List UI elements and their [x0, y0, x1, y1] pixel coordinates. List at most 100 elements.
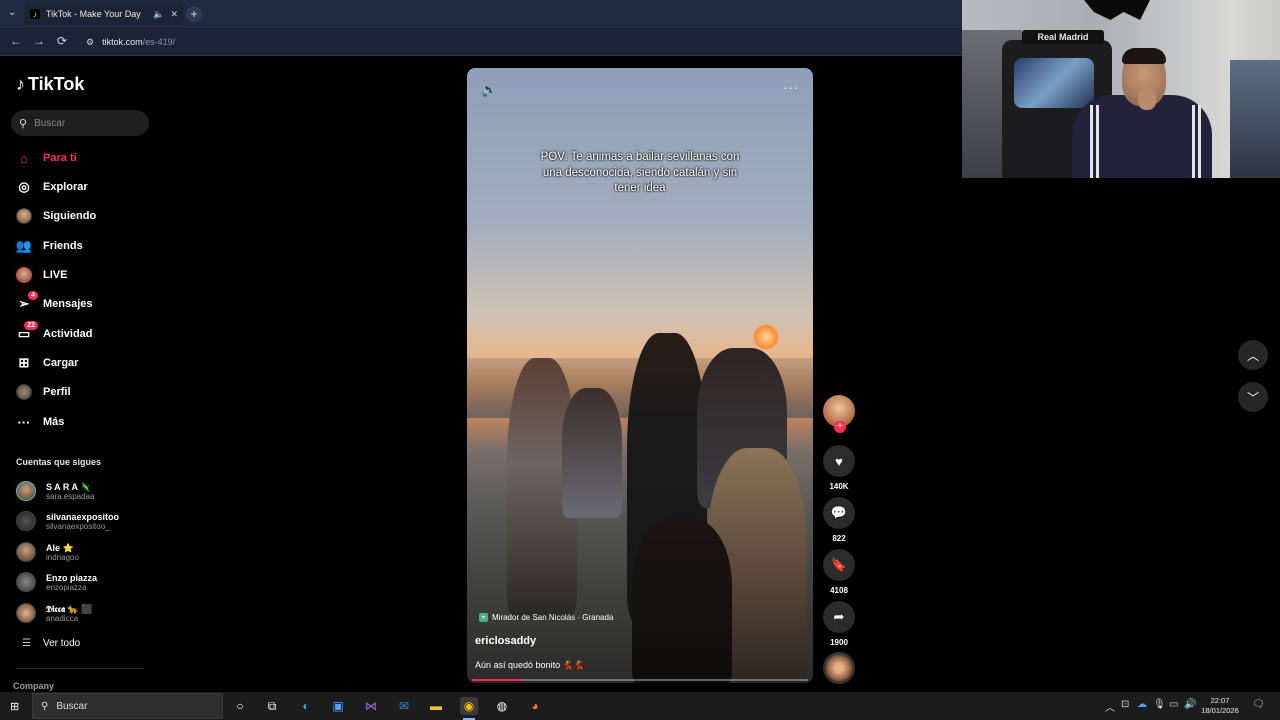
account-username: silvanaexpositoo_: [46, 521, 110, 531]
webcam-stripe: [1090, 105, 1093, 178]
windows-start-icon[interactable]: ⊞: [10, 700, 19, 713]
comment-button[interactable]: 💬: [823, 497, 855, 529]
paper-plane-icon: ➢ 4: [16, 291, 38, 312]
tiktok-logo[interactable]: ♪ TikTok: [16, 74, 84, 95]
nav-item-friends[interactable]: 👥 Friends: [16, 235, 83, 257]
nav-item-mas[interactable]: ··· Más: [16, 411, 65, 433]
tray-chevron-up-icon[interactable]: ︿: [1105, 699, 1115, 714]
home-icon: ⌂: [20, 150, 28, 166]
new-tab-button[interactable]: +: [186, 6, 202, 22]
speaker-icon[interactable]: 🔈: [153, 9, 164, 20]
comment-count: 822: [832, 534, 846, 543]
see-all-link[interactable]: ☰ Ver todo: [22, 638, 80, 649]
search-icon: ⚲: [41, 700, 49, 712]
webcam-overlay: Real Madrid: [962, 0, 1280, 178]
address-bar[interactable]: ⚙ tiktok.com/es-419/: [86, 33, 175, 51]
location-pin-icon: ⌖: [479, 613, 488, 622]
live-avatar-icon: [16, 267, 32, 283]
task-view-icon[interactable]: ⧉: [263, 697, 281, 715]
video-description: Aún así quedó bonito 💃💃: [475, 660, 585, 670]
clock-time: 22:07: [1210, 696, 1230, 705]
tiktok-note-icon: ♪: [16, 74, 25, 94]
video-person: [562, 388, 622, 518]
visual-studio-icon[interactable]: ⋈: [362, 697, 380, 715]
following-account[interactable]: Ale ⭐ indriagoo: [16, 540, 79, 564]
more-icon: ···: [17, 414, 31, 430]
volume-tray-icon[interactable]: 🔊: [1184, 699, 1196, 710]
volume-icon[interactable]: 🔈: [481, 82, 497, 98]
store-icon[interactable]: ▣: [329, 697, 347, 715]
reload-icon[interactable]: ⟳: [57, 34, 67, 48]
video-author[interactable]: ericlosaddy: [475, 635, 536, 647]
webcam-stripe: [1198, 105, 1201, 178]
following-section-title: Cuentas que sigues: [16, 457, 102, 467]
sidebar-divider: [16, 668, 144, 669]
save-button[interactable]: 🔖: [823, 549, 855, 581]
following-account[interactable]: Enzo piazza enzopiazza: [16, 570, 97, 594]
forward-arrow-icon[interactable]: →: [33, 34, 45, 48]
back-arrow-icon[interactable]: ←: [10, 34, 22, 48]
file-explorer-icon[interactable]: ▬: [427, 697, 445, 715]
webcam-stripe: [1192, 105, 1195, 178]
onedrive-icon[interactable]: ☁: [1137, 699, 1147, 710]
url-domain: tiktok.com: [102, 37, 143, 47]
video-progress-fill: [472, 679, 523, 681]
edge-icon[interactable]: ◐: [297, 697, 315, 715]
tab-title: TikTok - Make Your Day: [46, 9, 141, 19]
friends-icon: 👥: [15, 238, 33, 253]
webcam-person-hair: [1122, 48, 1166, 64]
chrome-icon[interactable]: ◉: [460, 697, 478, 715]
like-button[interactable]: ♥: [823, 445, 855, 477]
account-name: Ale ⭐: [46, 542, 74, 553]
obs-icon[interactable]: ◍: [493, 697, 511, 715]
following-account[interactable]: S A R A 🦎 sara.espadaa: [16, 479, 94, 503]
nav-item-siguiendo[interactable]: Siguiendo: [16, 205, 96, 227]
previous-video-button[interactable]: ︿: [1238, 340, 1268, 370]
search-input[interactable]: ⚲ Buscar: [11, 110, 149, 136]
taskbar-search-label: Buscar: [56, 700, 88, 712]
account-name: silvanaexpositoo: [46, 511, 120, 522]
follow-plus-icon[interactable]: +: [834, 421, 846, 433]
firefox-icon[interactable]: ◕: [526, 697, 544, 715]
share-arrow-icon: ➦: [833, 609, 845, 624]
following-account[interactable]: 𝕯𝖎𝖈𝖈𝖆 🐆 ⬛ anadicca: [16, 601, 93, 625]
microphone-icon[interactable]: 🎙: [1153, 699, 1166, 710]
nav-label: Para ti: [43, 152, 77, 164]
network-icon[interactable]: ▭: [1169, 699, 1178, 710]
activity-icon: ▭ 22: [16, 321, 38, 342]
site-info-icon[interactable]: ⚙: [86, 37, 94, 48]
video-player[interactable]: 🔈 ··· POV: Te animas a bailar sevillanas…: [467, 68, 813, 683]
browser-tab-tiktok[interactable]: ♪ TikTok - Make Your Day 🔈 ✕: [24, 3, 184, 25]
notification-icon[interactable]: 🗨: [1252, 699, 1265, 710]
nav-item-cargar[interactable]: ⊞ Cargar: [16, 352, 79, 374]
share-button[interactable]: ➦: [823, 601, 855, 633]
mail-icon[interactable]: ✉: [395, 697, 413, 715]
account-name: 𝕯𝖎𝖈𝖈𝖆 🐆 ⬛: [46, 603, 93, 614]
cortana-icon[interactable]: ○: [231, 697, 249, 715]
music-disc-icon[interactable]: [823, 652, 855, 684]
nav-item-actividad[interactable]: ▭ 22 Actividad: [16, 321, 93, 345]
nav-label: Cargar: [43, 357, 79, 369]
nav-item-mensajes[interactable]: ➢ 4 Mensajes: [16, 291, 93, 315]
nav-item-perfil[interactable]: Perfil: [16, 381, 71, 403]
avatar: [16, 542, 36, 562]
save-count: 4108: [830, 586, 848, 595]
taskbar-search-input[interactable]: ⚲ Buscar: [32, 693, 223, 719]
more-options-icon[interactable]: ···: [783, 80, 799, 95]
company-link[interactable]: Company: [13, 681, 54, 691]
nav-item-live[interactable]: LIVE: [16, 264, 67, 286]
nav-label: Friends: [43, 240, 83, 252]
nav-item-explorar[interactable]: ◎ Explorar: [16, 176, 87, 198]
video-progress-bar[interactable]: [472, 679, 808, 681]
close-tab-icon[interactable]: ✕: [170, 9, 178, 20]
tray-app-icon[interactable]: ⊡: [1121, 699, 1129, 710]
next-video-button[interactable]: ﹀: [1238, 382, 1268, 412]
taskbar-clock[interactable]: 22:07 18/01/2026: [1196, 696, 1244, 716]
messages-badge: 4: [28, 291, 38, 300]
nav-item-para-ti[interactable]: ⌂ Para ti: [16, 147, 77, 169]
following-account[interactable]: silvanaexpositoo silvanaexpositoo_: [16, 509, 119, 533]
tab-list-chevron-icon[interactable]: ⌄: [8, 7, 16, 18]
url-path: /es-419/: [142, 37, 176, 47]
clock-date: 18/01/2026: [1201, 706, 1239, 715]
location-tag[interactable]: ⌖ Mirador de San Nicolás · Granada: [479, 613, 613, 622]
